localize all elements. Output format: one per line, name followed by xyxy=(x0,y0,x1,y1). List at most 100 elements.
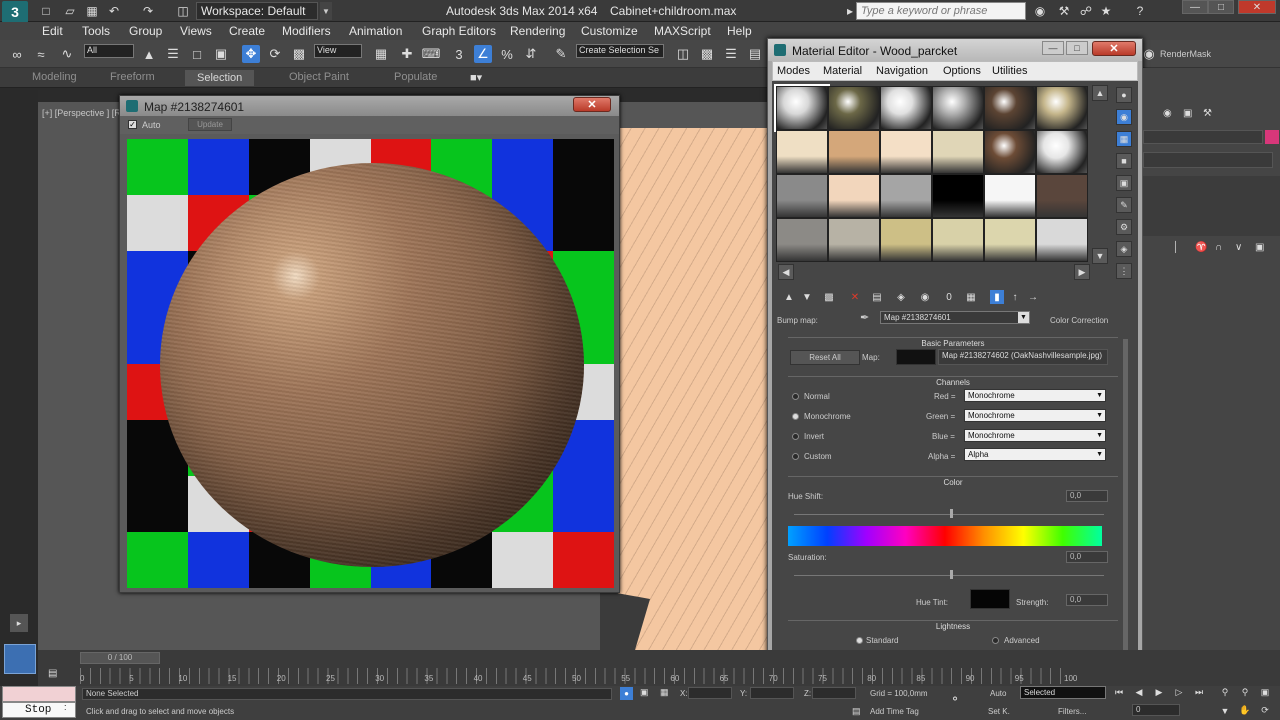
ref-coord-select[interactable]: View xyxy=(314,44,362,58)
strength-spinner[interactable]: 0,0 xyxy=(1066,594,1108,606)
material-slot[interactable] xyxy=(776,218,828,262)
params-scrollbar[interactable] xyxy=(1123,339,1128,651)
chevron-down-icon[interactable]: ▼ xyxy=(320,2,332,20)
z-coord-field[interactable] xyxy=(812,687,856,699)
menu-rendering[interactable]: Rendering xyxy=(510,24,565,38)
ribbon-toggle-icon[interactable]: ▤ xyxy=(746,45,764,63)
material-slot[interactable] xyxy=(932,130,984,174)
go-forward-sibling-icon[interactable]: → xyxy=(1026,290,1040,304)
menu-help[interactable]: Help xyxy=(727,24,752,38)
window-crossing-icon[interactable]: ▣ xyxy=(212,45,230,63)
selection-filter-select[interactable]: All xyxy=(84,44,134,58)
color-rollout[interactable]: Color xyxy=(788,476,1118,488)
material-slot[interactable] xyxy=(776,130,828,174)
copy-material-icon[interactable]: ▤ xyxy=(870,290,884,304)
material-slot[interactable] xyxy=(880,86,932,130)
x-coord-field[interactable] xyxy=(688,687,732,699)
set-key-button[interactable]: Set K. xyxy=(988,707,1010,716)
material-slot[interactable] xyxy=(776,174,828,218)
key-filter-select[interactable]: Selected xyxy=(1020,686,1106,699)
material-slot[interactable] xyxy=(1036,86,1088,130)
material-slot[interactable] xyxy=(932,218,984,262)
material-slot[interactable] xyxy=(880,218,932,262)
project-folder-icon[interactable]: ◫ xyxy=(175,3,191,19)
make-unique-stack-icon[interactable]: ∩ xyxy=(1215,242,1222,253)
stop-dropdown-icon[interactable]: : xyxy=(64,702,67,712)
time-slider[interactable]: 0 / 100 xyxy=(80,652,160,664)
material-navigator-icon[interactable]: ⋮ xyxy=(1116,263,1132,279)
map-window-titlebar[interactable]: Map #2138274601 ✕ xyxy=(120,96,619,116)
blue-channel-select[interactable]: Monochrome xyxy=(964,429,1106,442)
standard-radio[interactable] xyxy=(856,637,863,644)
tab-selection[interactable]: Selection xyxy=(185,70,255,86)
make-unique-icon[interactable]: ◈ xyxy=(894,290,908,304)
link-icon[interactable]: ∞ xyxy=(8,45,26,63)
green-channel-select[interactable]: Monochrome xyxy=(964,409,1106,422)
material-slot[interactable] xyxy=(984,130,1036,174)
select-by-name-icon[interactable]: ☰ xyxy=(164,45,182,63)
key-icon[interactable]: ⚬ xyxy=(950,692,960,706)
absolute-mode-icon[interactable]: ▦ xyxy=(660,687,669,698)
map-type-button[interactable]: Color Correction xyxy=(1050,316,1108,325)
remove-modifier-icon[interactable]: ∨ xyxy=(1235,242,1242,253)
put-to-scene-icon[interactable]: ▼ xyxy=(800,290,814,304)
map-swatch[interactable] xyxy=(896,349,936,365)
channels-rollout[interactable]: Channels xyxy=(788,376,1118,388)
chevron-down-icon[interactable]: ▼ xyxy=(1018,312,1029,323)
close-icon[interactable]: ✕ xyxy=(1238,0,1276,14)
menu-views[interactable]: Views xyxy=(180,24,212,38)
slots-scroll-right-icon[interactable]: ▶ xyxy=(1074,264,1090,280)
put-to-library-icon[interactable]: ◉ xyxy=(918,290,932,304)
tab-object-paint[interactable]: Object Paint xyxy=(289,71,349,83)
hue-tint-swatch[interactable] xyxy=(970,589,1010,609)
mini-listener[interactable] xyxy=(4,644,36,674)
video-color-check-icon[interactable]: ▣ xyxy=(1116,175,1132,191)
background-checker-icon[interactable]: ▦ xyxy=(1116,131,1132,147)
orbit-icon[interactable]: ⟳ xyxy=(1258,704,1272,717)
menu-edit[interactable]: Edit xyxy=(42,24,63,38)
map-button[interactable]: Map #2138274602 (OakNashvillesample.jpg) xyxy=(938,349,1108,365)
app-logo-icon[interactable]: 3 xyxy=(2,1,28,23)
select-rotate-icon[interactable]: ⟳ xyxy=(266,45,284,63)
pick-material-icon[interactable]: ✒ xyxy=(860,311,869,324)
communication-icon[interactable]: ☍ xyxy=(1078,3,1094,19)
material-slot[interactable] xyxy=(880,130,932,174)
tab-freeform[interactable]: Freeform xyxy=(110,71,155,83)
get-material-icon[interactable]: ▲ xyxy=(782,290,796,304)
bind-space-warp-icon[interactable]: ∿ xyxy=(58,45,76,63)
tab-populate[interactable]: Populate xyxy=(394,71,437,83)
lightness-rollout[interactable]: Lightness xyxy=(788,620,1118,632)
hue-shift-spinner[interactable]: 0,0 xyxy=(1066,490,1108,502)
pivot-center-icon[interactable]: ▦ xyxy=(372,45,390,63)
unlink-icon[interactable]: ≈ xyxy=(32,45,50,63)
undo-icon[interactable]: ↶ xyxy=(106,3,122,19)
select-by-material-icon[interactable]: ◈ xyxy=(1116,241,1132,257)
monochrome-radio[interactable] xyxy=(792,413,799,420)
material-slot[interactable] xyxy=(932,174,984,218)
search-input[interactable]: Type a keyword or phrase xyxy=(856,2,1026,20)
spinner-snap-icon[interactable]: ⇵ xyxy=(522,45,540,63)
edit-named-sel-icon[interactable]: ✎ xyxy=(552,45,570,63)
menu-graph-editors[interactable]: Graph Editors xyxy=(422,24,496,38)
manipulate-icon[interactable]: ✚ xyxy=(398,45,416,63)
custom-radio[interactable] xyxy=(792,453,799,460)
hue-shift-slider[interactable] xyxy=(794,514,1104,515)
material-slot[interactable] xyxy=(1036,130,1088,174)
layer-manager-icon[interactable]: ☰ xyxy=(722,45,740,63)
expand-viewport-icon[interactable]: ▸ xyxy=(10,614,28,632)
go-to-parent-icon[interactable]: ↑ xyxy=(1008,290,1022,304)
menu-maxscript[interactable]: MAXScript xyxy=(654,24,711,38)
named-selection-select[interactable]: Create Selection Se xyxy=(576,44,664,58)
options-icon[interactable]: ⚙ xyxy=(1116,219,1132,235)
material-slot[interactable] xyxy=(1036,218,1088,262)
percent-snap-icon[interactable]: % xyxy=(498,45,516,63)
material-id-icon[interactable]: 0 xyxy=(942,290,956,304)
me-menu-material[interactable]: Material xyxy=(823,65,862,77)
me-menu-options[interactable]: Options xyxy=(943,65,981,77)
saturation-slider[interactable] xyxy=(794,575,1104,576)
zoom-all-icon[interactable]: ⚲ xyxy=(1238,686,1252,699)
angle-snap-icon[interactable]: ∠ xyxy=(474,45,492,63)
material-slot[interactable] xyxy=(828,174,880,218)
open-file-icon[interactable]: ▱ xyxy=(62,3,78,19)
pan-icon[interactable]: ✋ xyxy=(1238,704,1252,717)
